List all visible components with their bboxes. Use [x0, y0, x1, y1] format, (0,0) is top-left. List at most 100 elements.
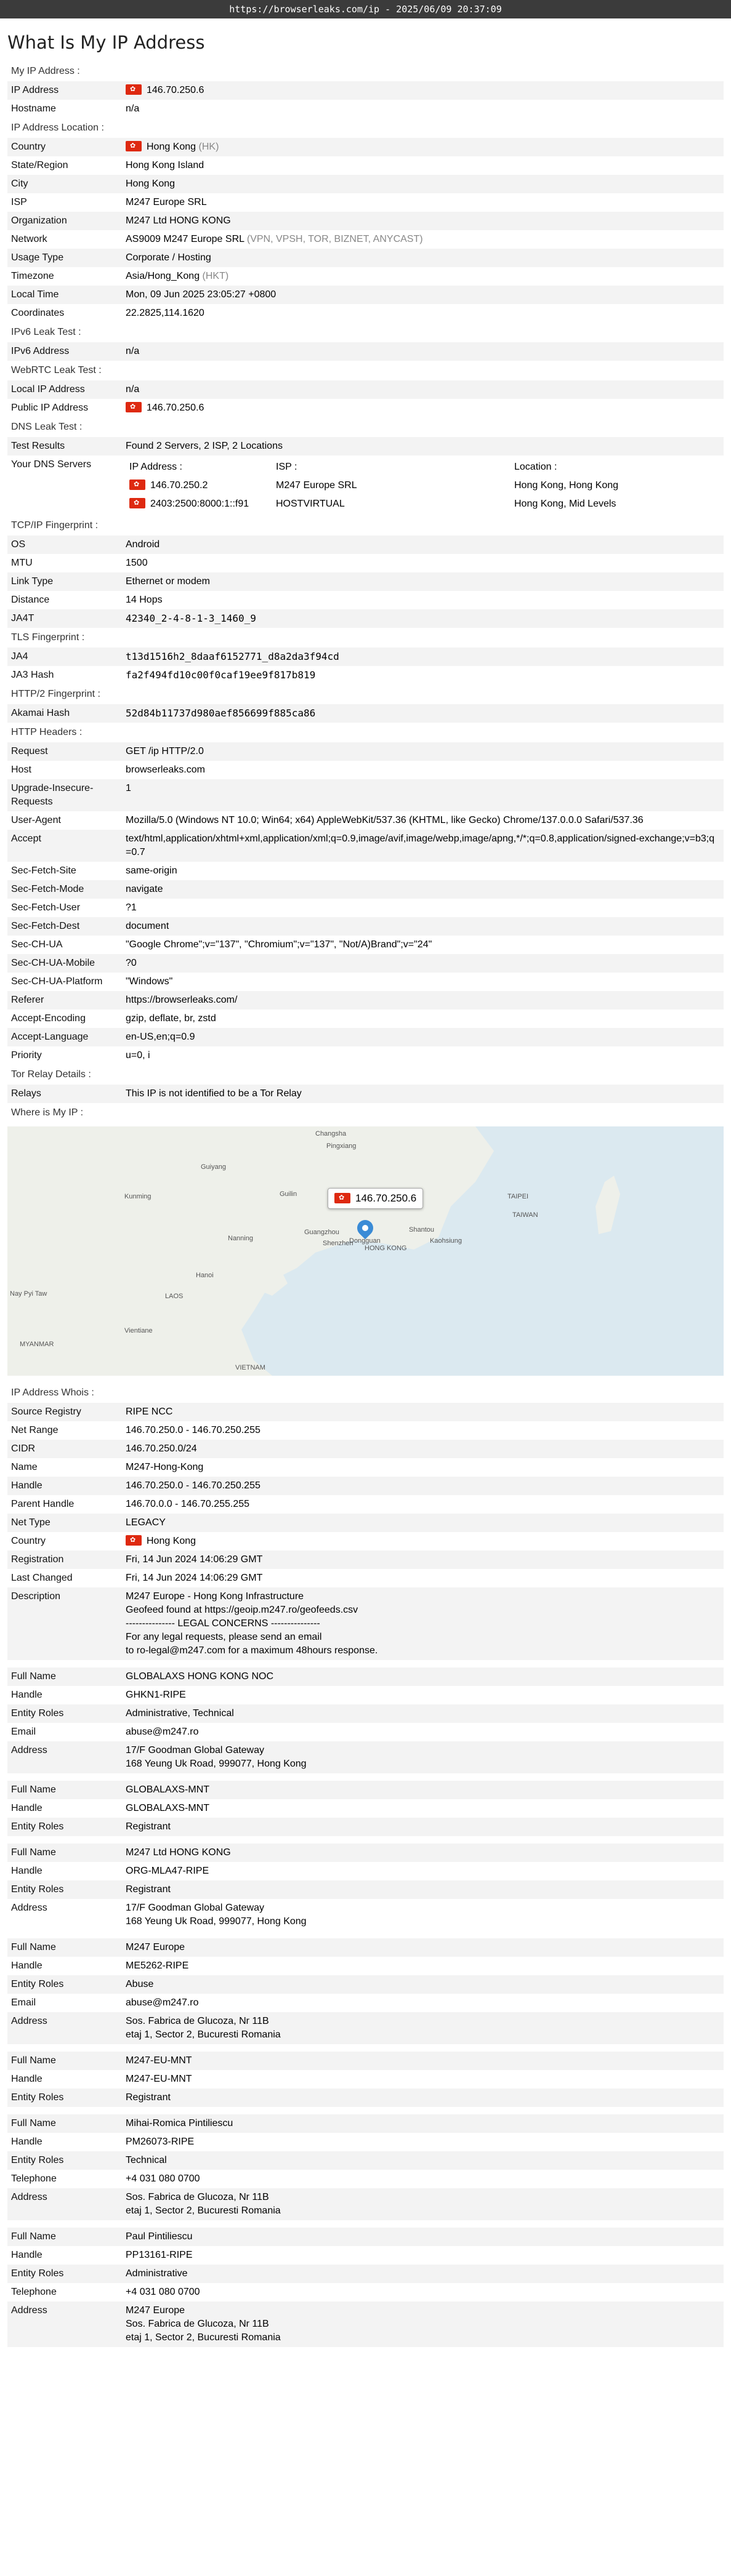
coordinates-value: 22.2825,114.1620 — [126, 308, 204, 318]
map-popup-ip: 146.70.250.6 — [355, 1192, 417, 1204]
section-http2: HTTP/2 Fingerprint : — [11, 689, 100, 699]
my-ip-table: IP Address 146.70.250.6 Hostname n/a — [7, 81, 724, 118]
table-row: Sec-CH-UA-Mobile ?0 — [7, 954, 724, 973]
dns-ip[interactable]: 2403:2500:8000:1::f91 — [150, 499, 249, 509]
row-label: Entity Roles — [7, 1975, 122, 1994]
dns-header-ip: IP Address : — [129, 462, 182, 472]
row-value: 17/F Goodman Global Gateway 168 Yeung Uk… — [126, 1903, 307, 1927]
row-label: Hostname — [11, 103, 56, 114]
section-tor: Tor Relay Details : — [11, 1069, 91, 1080]
row-label: Source Registry — [7, 1403, 122, 1421]
hk-flag-icon — [126, 402, 142, 412]
row-value: u=0, i — [126, 1050, 150, 1061]
row-value: en-US,en;q=0.9 — [122, 1028, 724, 1046]
akamai-hash-value: 52d84b11737d980aef856699f885ca86 — [122, 704, 724, 723]
row-label: Address — [7, 2301, 122, 2347]
dns-server-row: 146.70.250.2 M247 Europe SRL Hong Kong, Ho… — [126, 476, 720, 495]
map-ip-popup[interactable]: 146.70.250.6 — [328, 1188, 424, 1209]
row-label: Referer — [7, 991, 122, 1009]
table-row: Net Type LEGACY — [7, 1514, 724, 1532]
country-value: Hong Kong — [147, 142, 196, 152]
table-row: Address 17/F Goodman Global Gateway 168 Y… — [7, 1741, 724, 1773]
whois-groups: Source Registry RIPE NCC Net Range 146.70.2… — [7, 1403, 724, 2347]
row-label: Sec-Fetch-Site — [11, 865, 76, 876]
ja3-value: fa2f494fd10c00f0caf19ee9f817b819 — [126, 669, 316, 681]
table-row: Sec-Fetch-Dest document — [7, 917, 724, 936]
row-value: PM26073-RIPE — [126, 2137, 195, 2147]
row-label: Sec-CH-UA — [11, 939, 63, 950]
row-value: 146.70.250.0 - 146.70.250.255 — [122, 1477, 724, 1495]
table-row: Full Name M247 Europe — [7, 1938, 724, 1957]
section-location: IP Address Location : — [11, 122, 104, 133]
webrtc-table: Local IP Addressn/a Public IP Address 146… — [7, 380, 724, 417]
map-label: VIETNAM — [235, 1364, 265, 1371]
row-label: Address — [7, 2188, 122, 2220]
row-label: Sec-CH-UA-Platform — [11, 976, 103, 987]
table-row: Full Name GLOBALAXS-MNT — [7, 1781, 724, 1799]
http2-table: Akamai Hash 52d84b11737d980aef856699f885c… — [7, 704, 724, 723]
dns-server-row: 2403:2500:8000:1::f91 HOSTVIRTUAL Hong Kon… — [126, 495, 720, 513]
row-label: Usage Type — [7, 249, 122, 267]
whois-table: Full Name M247-EU-MNT Handle M247-EU-MNT Ent… — [7, 2052, 724, 2107]
row-value: Mihai-Romica Pintiliescu — [122, 2114, 724, 2133]
table-row: Handle PM26073-RIPE — [7, 2133, 724, 2151]
row-label: Sec-Fetch-Mode — [7, 880, 122, 899]
row-value: GLOBALAXS-MNT — [126, 1803, 210, 1813]
timezone-abbr: (HKT) — [202, 271, 229, 281]
row-value: Sos. Fabrica de Glucoza, Nr 11B etaj 1, … — [122, 2188, 724, 2220]
row-label: Local IP Address — [7, 380, 122, 399]
row-label: Entity Roles — [7, 1880, 122, 1899]
ip-location-map[interactable]: Changsha Pingxiang Guiyang Kunming Guili… — [7, 1126, 724, 1376]
row-label: Name — [11, 1462, 38, 1472]
row-label: Sec-Fetch-User — [11, 902, 81, 913]
row-label: Net Type — [7, 1514, 122, 1532]
headers-table: Request GET /ip HTTP/2.0 Host browserleaks.… — [7, 742, 724, 1065]
section-my-ip: My IP Address : — [11, 66, 80, 76]
table-row: Parent Handle 146.70.0.0 - 146.70.255.255 — [7, 1495, 724, 1514]
city-value: Hong Kong — [122, 175, 724, 193]
whois-spacer — [7, 1836, 724, 1844]
row-value: +4 031 080 0700 — [126, 2173, 200, 2184]
row-value: GLOBALAXS-MNT — [122, 1781, 724, 1799]
table-row: Last Changed Fri, 14 Jun 2024 14:06:29 GM… — [7, 1569, 724, 1587]
row-value: M247 Europe - Hong Kong Infrastructure G… — [122, 1587, 724, 1660]
hk-flag-icon — [126, 1535, 142, 1546]
table-row: Full Name Paul Pintiliescu — [7, 2228, 724, 2246]
dns-ip[interactable]: 146.70.250.2 — [150, 480, 208, 491]
state-value: Hong Kong Island — [126, 160, 204, 171]
whois-spacer — [7, 2107, 724, 2114]
row-label: Parent Handle — [11, 1499, 75, 1509]
row-label: User-Agent — [11, 815, 61, 825]
dns-location: Hong Kong, Mid Levels — [514, 499, 616, 509]
row-label: Address — [11, 1903, 47, 1913]
table-row: Accept-Language en-US,en;q=0.9 — [7, 1028, 724, 1046]
row-label: Handle — [11, 1960, 42, 1971]
table-row: Full Name M247 Ltd HONG KONG — [7, 1844, 724, 1862]
table-row: Address Sos. Fabrica de Glucoza, Nr 11B e… — [7, 2012, 724, 2044]
row-label: JA4 — [7, 648, 122, 666]
public-ip-value[interactable]: 146.70.250.6 — [147, 403, 204, 413]
row-value: Registrant — [122, 1818, 724, 1836]
hk-flag-icon — [334, 1193, 350, 1203]
table-row: Address 17/F Goodman Global Gateway 168 Y… — [7, 1899, 724, 1931]
row-value: GLOBALAXS HONG KONG NOC — [122, 1667, 724, 1686]
row-label: CIDR — [7, 1440, 122, 1458]
whois-spacer — [7, 1931, 724, 1938]
row-value: https://browserleaks.com/ — [122, 991, 724, 1009]
ip-value[interactable]: 146.70.250.6 — [147, 85, 204, 95]
map-label: Shantou — [409, 1226, 434, 1234]
ja4-value: t13d1516h2_8daaf6152771_d8a2da3f94cd — [122, 648, 724, 666]
whois-table: Full Name GLOBALAXS-MNT Handle GLOBALAXS-MN… — [7, 1781, 724, 1836]
map-label: Hanoi — [196, 1272, 214, 1279]
map-label: Nanning — [228, 1235, 253, 1242]
row-value: "Windows" — [126, 976, 173, 987]
row-label: Relays — [7, 1085, 122, 1103]
table-row: Accept-Encoding gzip, deflate, br, zstd — [7, 1009, 724, 1028]
row-label: Registration — [7, 1551, 122, 1569]
tcpip-table: OS Android MTU 1500 Link Type Ethernet or m… — [7, 536, 724, 628]
row-value: GET /ip HTTP/2.0 — [122, 742, 724, 761]
row-label: Upgrade-Insecure-Requests — [7, 779, 122, 811]
table-row: Sec-CH-UA-Platform "Windows" — [7, 973, 724, 991]
row-label: City — [7, 175, 122, 193]
row-value: Sos. Fabrica de Glucoza, Nr 11B etaj 1, … — [122, 2012, 724, 2044]
